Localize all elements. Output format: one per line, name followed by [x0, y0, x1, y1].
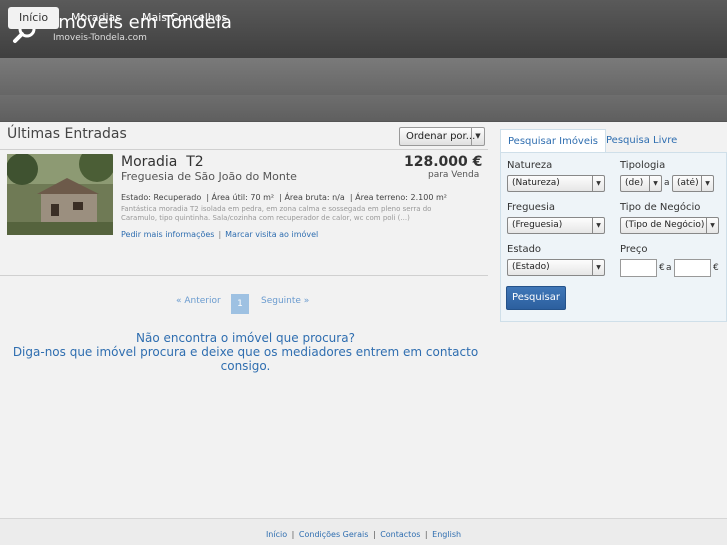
chevron-down-icon: ▼	[592, 218, 604, 233]
pager-next-link[interactable]: Seguinte »	[261, 296, 309, 306]
link-separator: |	[218, 230, 222, 239]
pager-prev-link[interactable]: « Anterior	[176, 296, 221, 306]
preco-label: Preço	[620, 244, 648, 255]
main-nav	[0, 58, 727, 95]
natureza-select[interactable]: (Natureza) ▼	[507, 175, 605, 192]
freguesia-label: Freguesia	[507, 202, 556, 213]
freguesia-select[interactable]: (Freguesia) ▼	[507, 217, 605, 234]
request-info-link[interactable]: Pedir mais informações	[121, 230, 214, 239]
tab-pesquisa-livre[interactable]: Pesquisa Livre	[599, 129, 684, 153]
footer-link-condicoes[interactable]: Condições Gerais	[299, 530, 368, 539]
chevron-down-icon: ▼	[701, 176, 713, 191]
nav-item-mais-concelhos[interactable]: Mais Concelhos	[131, 7, 238, 29]
footer-link-inicio[interactable]: Início	[266, 530, 287, 539]
listing-photo[interactable]	[7, 154, 113, 235]
footer-separator: |	[291, 530, 295, 539]
pager-current-page[interactable]: 1	[231, 294, 249, 314]
tipo-negocio-select[interactable]: (Tipo de Negócio) ▼	[620, 217, 719, 234]
freguesia-value: (Freguesia)	[512, 220, 563, 230]
chevron-down-icon: ▼	[706, 218, 718, 233]
preco-currency-max: €	[713, 263, 719, 273]
preco-min-input[interactable]	[620, 259, 657, 277]
tipologia-to-select[interactable]: (até) ▼	[672, 175, 714, 192]
estado-label: Estado	[507, 244, 542, 255]
schedule-visit-link[interactable]: Marcar visita ao imóvel	[225, 230, 318, 239]
divider	[0, 149, 488, 150]
order-by-value: Ordenar por...	[406, 131, 476, 142]
nav-item-inicio[interactable]: Início	[8, 7, 60, 29]
order-by-select[interactable]: Ordenar por... ▼	[399, 127, 485, 146]
tab-pesquisar-imoveis[interactable]: Pesquisar Imóveis	[500, 129, 606, 153]
tipo-negocio-label: Tipo de Negócio	[620, 202, 701, 213]
preco-max-input[interactable]	[674, 259, 711, 277]
divider	[0, 275, 488, 276]
footer-separator: |	[424, 530, 428, 539]
tipologia-from-select[interactable]: (de) ▼	[620, 175, 662, 192]
chevron-down-icon: ▼	[592, 176, 604, 191]
footer-separator: |	[372, 530, 376, 539]
tipologia-connector: a	[664, 178, 670, 188]
chevron-down-icon: ▼	[649, 176, 661, 191]
preco-connector: a	[666, 263, 672, 273]
header-band	[0, 95, 727, 122]
estado-select[interactable]: (Estado) ▼	[507, 259, 605, 276]
listing-parish: Freguesia de São João do Monte	[121, 170, 297, 183]
site-subtitle: Imoveis-Tondela.com	[53, 33, 147, 43]
listing-description: Fantástica moradia T2 isolada em pedra, …	[121, 205, 432, 222]
footer-link-contactos[interactable]: Contactos	[380, 530, 420, 539]
listing-title[interactable]: Moradia T2	[121, 154, 204, 170]
footer-link-english[interactable]: English	[432, 530, 461, 539]
tipo-negocio-value: (Tipo de Negócio)	[625, 220, 705, 230]
tipologia-from-value: (de)	[625, 178, 644, 188]
listing-mode: para Venda	[428, 170, 480, 180]
listing-details: Estado: Recuperado | Área útil: 70 m² | …	[121, 193, 447, 202]
listing-links: Pedir mais informações | Marcar visita ao …	[121, 230, 318, 239]
preco-currency-min: €	[659, 263, 665, 273]
nav-item-moradias[interactable]: Moradias	[60, 7, 132, 29]
search-submit-button[interactable]: Pesquisar	[506, 286, 566, 310]
request-prompt-line2[interactable]: Diga-nos que imóvel procura e deixe que …	[0, 345, 491, 373]
listing-price: 128.000 €	[404, 154, 483, 170]
section-title: Últimas Entradas	[7, 126, 127, 142]
estado-value: (Estado)	[512, 262, 550, 272]
chevron-down-icon: ▼	[592, 260, 604, 275]
tipologia-label: Tipologia	[620, 160, 666, 171]
chevron-down-icon: ▼	[471, 128, 484, 145]
footer-links: Início | Condições Gerais | Contactos | …	[0, 530, 727, 539]
natureza-value: (Natureza)	[512, 178, 560, 188]
natureza-label: Natureza	[507, 160, 553, 171]
request-prompt-line1[interactable]: Não encontra o imóvel que procura?	[0, 331, 491, 345]
tipologia-to-value: (até)	[677, 178, 699, 188]
